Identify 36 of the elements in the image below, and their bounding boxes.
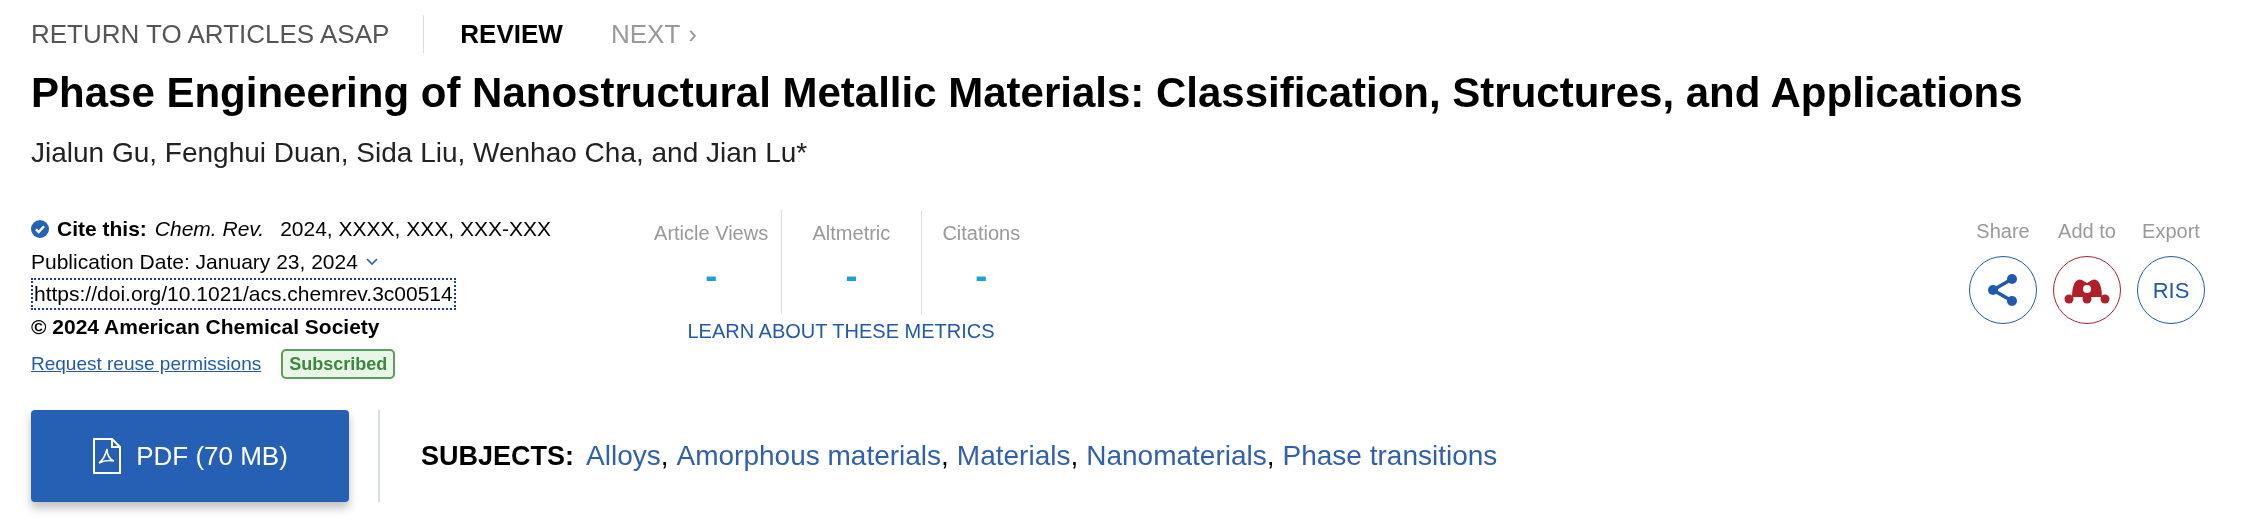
article-title: Phase Engineering of Nanostructural Metallic Materials: Classification, Structures, and Applications [31,68,2024,118]
return-link[interactable]: RETURN TO ARTICLES ASAP [31,14,424,54]
subject-link[interactable]: Alloys [586,435,661,477]
pdf-file-icon [92,437,123,475]
copyright-text: © 2024 American Chemical Society [31,314,381,340]
comma-separator: , [941,439,949,473]
metric-value: - [705,254,718,298]
author-list: Jialun Gu, Fenghui Duan, Sida Liu, Wenhao Cha, and Jian Lu* [31,132,2219,174]
metric-label: Article Views [654,221,769,246]
subject-link[interactable]: Materials [956,435,1071,477]
comma-separator: , [1266,439,1275,473]
action-label: Share [1976,219,2030,244]
subject-link[interactable]: Amorphous materials [676,435,942,477]
comma-separator: , [1070,439,1079,473]
citation-details: 2024, XXXX, XXX, XXX-XXX [280,216,551,242]
metric-label: Altmetric [812,221,891,246]
check-icon [31,219,49,238]
pdf-download-button[interactable]: PDF (70 MB) [31,410,349,502]
cite-label: Cite this: [57,216,147,242]
subject-link[interactable]: Phase transitions [1282,435,1498,477]
action-label: Export [2142,219,2200,244]
action-label: Add to [2058,219,2116,244]
chevron-down-icon[interactable] [365,257,378,266]
access-badge: Subscribed [281,348,396,379]
subjects-label: SUBJECTS: [421,439,575,473]
article-type: REVIEW [459,17,564,51]
comma-separator: , [660,439,669,473]
journal-name: Chem. Rev. [154,216,265,242]
publication-date: Publication Date: January 23, 2024 [31,249,358,275]
metric-label: Citations [942,221,1021,246]
metrics-link[interactable]: LEARN ABOUT THESE METRICS [687,316,995,346]
metric-value: - [845,254,858,298]
doi-link[interactable]: https://doi.org/10.1021/acs.chemrev.3c00514 [31,278,456,310]
metric-value: - [975,254,988,298]
subject-link[interactable]: Nanomaterials [1086,435,1267,477]
permissions-link[interactable]: Request reuse permissions [31,347,262,380]
